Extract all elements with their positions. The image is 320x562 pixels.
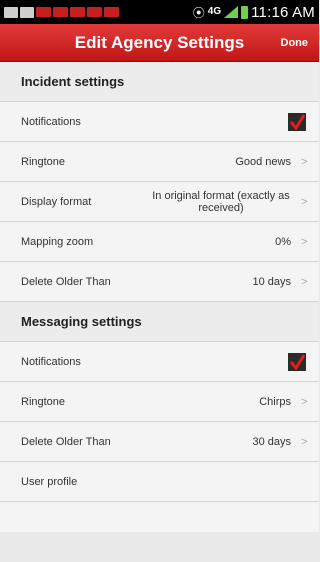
messaging-delete-older-row[interactable]: Delete Older Than 30 days >	[0, 422, 319, 462]
chevron-right-icon: >	[301, 275, 308, 288]
battery-icon	[241, 5, 249, 19]
incident-notifications-checkbox[interactable]	[288, 112, 306, 131]
row-label: Ringtone	[21, 395, 66, 408]
messaging-settings-header: Messaging settings	[0, 302, 319, 342]
alert-notification-icon	[104, 7, 119, 17]
checkmark-icon	[289, 353, 306, 371]
notification-icons	[4, 6, 119, 18]
network-type: 4G	[207, 6, 222, 17]
incident-delete-older-row[interactable]: Delete Older Than 10 days >	[0, 262, 319, 302]
alert-notification-icon	[53, 7, 68, 17]
app-notification-icon	[4, 6, 18, 18]
signal-icon	[224, 6, 239, 18]
chevron-right-icon: >	[301, 155, 308, 168]
chevron-right-icon: >	[301, 435, 308, 448]
title-bar: Edit Agency Settings Done	[0, 24, 319, 62]
incident-settings-header: Incident settings	[0, 62, 319, 102]
checkmark-icon	[289, 113, 306, 131]
messaging-notifications-checkbox[interactable]	[288, 352, 306, 371]
image-notification-icon	[20, 6, 34, 18]
messaging-ringtone-row[interactable]: Ringtone Chirps >	[0, 382, 319, 422]
row-value: 10 days	[252, 275, 291, 288]
clock: 11:16 AM	[251, 3, 315, 21]
row-label: Mapping zoom	[21, 235, 94, 248]
chevron-right-icon: >	[301, 395, 308, 408]
user-profile-row[interactable]: User profile	[0, 462, 319, 502]
chevron-right-icon: >	[301, 235, 308, 248]
incident-mapping-zoom-row[interactable]: Mapping zoom 0% >	[0, 222, 319, 262]
row-label: Delete Older Than	[21, 435, 111, 448]
row-label: User profile	[21, 475, 78, 488]
incident-ringtone-row[interactable]: Ringtone Good news >	[0, 142, 319, 182]
row-label: Delete Older Than	[21, 275, 111, 288]
incident-display-format-row[interactable]: Display format In original format (exact…	[0, 182, 319, 222]
incident-notifications-row[interactable]: Notifications	[0, 102, 319, 142]
row-label: Notifications	[21, 115, 81, 128]
alert-notification-icon	[36, 7, 51, 17]
row-label: Ringtone	[21, 155, 66, 168]
messaging-notifications-row[interactable]: Notifications	[0, 342, 319, 382]
row-value: Good news	[235, 155, 291, 168]
status-bar: ⦿ 4G 11:16 AM	[0, 0, 319, 24]
chevron-right-icon: >	[301, 195, 308, 208]
list-continuation	[0, 502, 319, 532]
row-label: Notifications	[21, 355, 81, 368]
row-value: 30 days	[252, 435, 291, 448]
wifi-icon: ⦿	[192, 5, 205, 20]
alert-notification-icon	[70, 7, 85, 17]
settings-list: Incident settings Notifications Ringtone…	[0, 62, 319, 532]
done-button[interactable]: Done	[276, 32, 314, 54]
page-title: Edit Agency Settings	[74, 32, 245, 52]
row-value: 0%	[275, 235, 291, 248]
alert-notification-icon	[87, 7, 102, 17]
row-value: Chirps	[259, 395, 291, 408]
row-label: Display format	[21, 195, 92, 208]
row-value: In original format (exactly as received)	[152, 189, 290, 214]
